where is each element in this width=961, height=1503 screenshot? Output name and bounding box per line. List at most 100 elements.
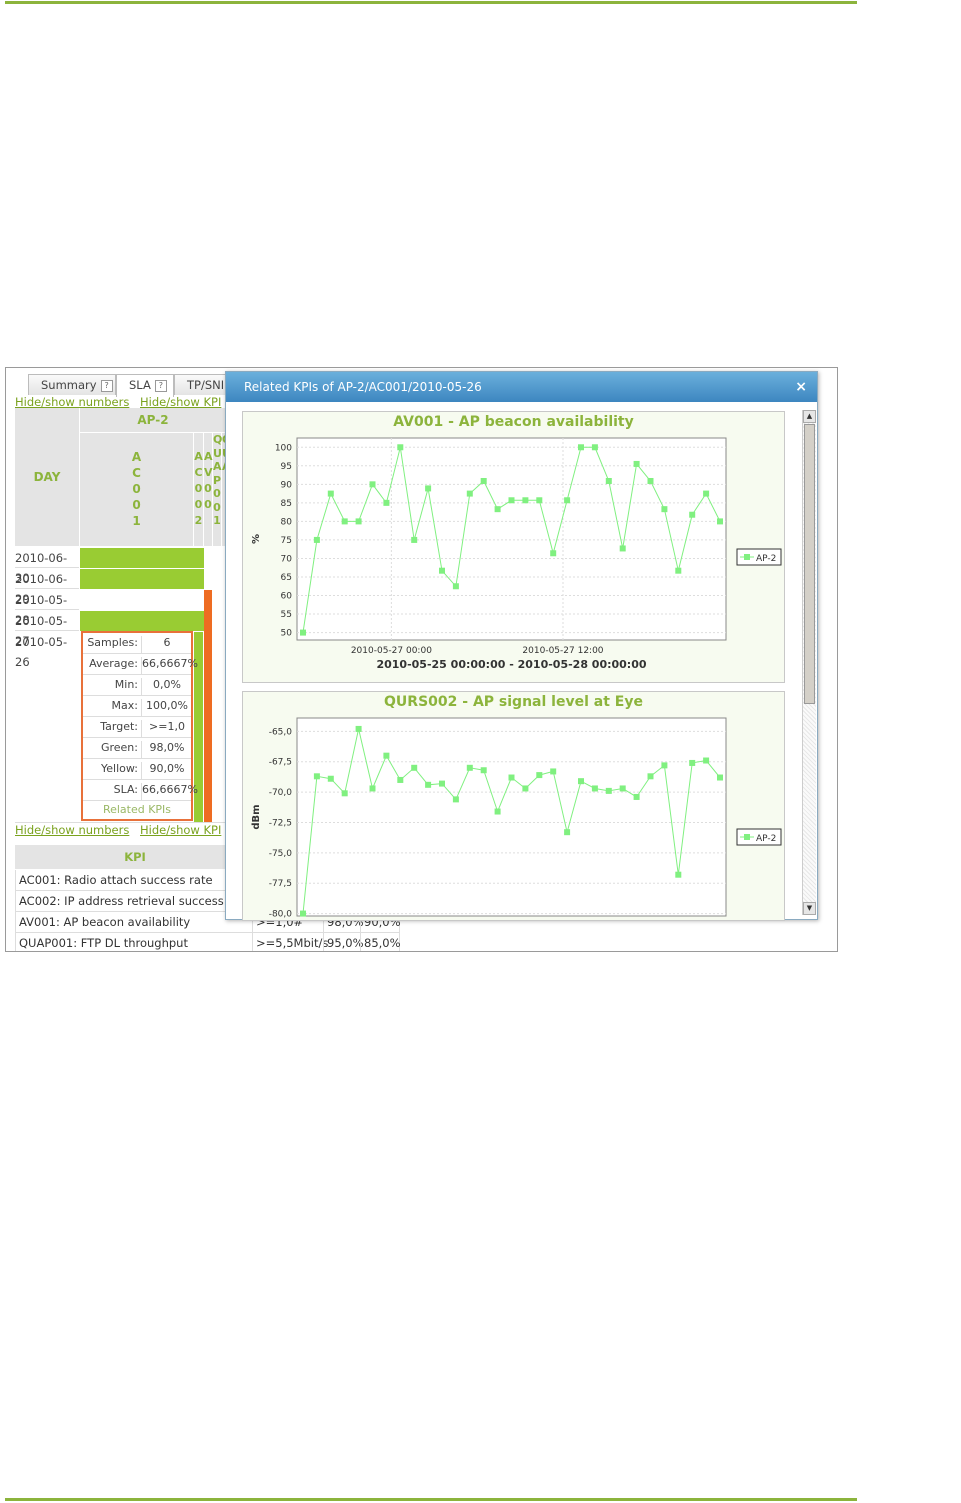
data-point (550, 550, 557, 557)
help-icon[interactable]: ? (154, 379, 167, 392)
data-point (619, 545, 626, 552)
y-tick-label: -65,0 (269, 727, 293, 737)
data-point (536, 772, 543, 779)
letter: V (204, 466, 213, 479)
stat-value: 0,0% (141, 678, 192, 695)
related-kpis-link[interactable]: Related KPIs (83, 801, 191, 819)
sla-cell-green[interactable] (80, 569, 204, 589)
data-point (327, 490, 334, 497)
letter: 0 (213, 487, 221, 500)
data-point (717, 774, 723, 781)
y-tick-label: 55 (281, 610, 292, 620)
help-icon[interactable]: ? (100, 379, 113, 392)
chart-svg: 50 55 60 65 70 75 80 85 90 95 100 2010-05-27 00:00 2… (251, 437, 782, 671)
stat-label: Samples: (87, 636, 138, 649)
dialog-title: Related KPIs of AP-2/AC001/2010-05-26 (244, 380, 482, 394)
data-point (411, 536, 418, 543)
tab-sla[interactable]: SLA? (116, 374, 174, 397)
kpi-name: QUAP001: FTP DL throughput (19, 936, 188, 950)
data-point (494, 808, 501, 815)
tab-label: Summary (41, 378, 97, 392)
data-point (703, 490, 710, 497)
stat-row: SLA: 66,6667% (83, 780, 198, 801)
data-point (355, 725, 362, 732)
tab-summary[interactable]: Summary? (28, 374, 116, 395)
y-axis-label: dBm (251, 804, 262, 829)
bottom-rule (5, 1498, 857, 1501)
table-row[interactable]: AC001: Radio attach success rate (15, 870, 256, 891)
table-row[interactable]: QUAP001: FTP DL throughput >=5,5Mbit/s 9… (15, 933, 401, 951)
scroll-thumb[interactable] (804, 424, 815, 704)
stat-row: Average: 66,6667% (83, 654, 198, 675)
chart-qurs002: QURS002 - AP signal level at Eye -65,0 -6… (242, 691, 785, 921)
scroll-up-icon[interactable]: ▲ (803, 410, 816, 423)
data-point (341, 790, 348, 797)
x-tick-label: 2010-05-27 00:00 (351, 646, 432, 656)
col-av001-header[interactable]: A V 0 0 (204, 433, 213, 546)
hide-show-kpi-link[interactable]: Hide/show KPI (140, 395, 221, 409)
day-label: 2010-06-29 (15, 569, 79, 606)
data-point (605, 477, 612, 484)
close-icon[interactable]: × (795, 372, 807, 402)
sla-cell-orange[interactable] (204, 590, 212, 822)
stat-label: Yellow: (101, 762, 138, 775)
data-point (689, 511, 696, 518)
letter: P (213, 473, 222, 487)
col-quap001-header[interactable]: Q U A P 0 0 1 (213, 433, 223, 546)
x-axis-label: 2010-05-25 00:00:00 - 2010-05-28 00:00:0… (376, 658, 646, 671)
col-ac002-header[interactable]: A C 0 0 2 (194, 433, 203, 546)
data-point (397, 444, 404, 451)
y-tick-label: -70,0 (269, 788, 293, 798)
x-tick-label: 2010-05-27 12:00 (522, 646, 603, 656)
data-point (300, 629, 306, 636)
dialog-titlebar[interactable]: Related KPIs of AP-2/AC001/2010-05-26 × (226, 372, 817, 402)
data-point (397, 776, 404, 783)
hide-show-kpi-link-bottom[interactable]: Hide/show KPI (140, 823, 221, 837)
data-point (522, 785, 529, 792)
stat-label: Green: (100, 741, 138, 754)
sla-cell-green[interactable] (80, 611, 204, 631)
data-point (550, 768, 557, 775)
y-tick-label: 95 (281, 462, 292, 472)
table-row[interactable]: AC002: IP address retrieval success r (15, 891, 256, 912)
sla-cell-green[interactable] (80, 548, 204, 568)
day-label: 2010-05-27 (15, 611, 79, 648)
y-tick-label: 70 (281, 554, 293, 564)
y-tick-label: 50 (281, 629, 293, 639)
hide-show-numbers-link[interactable]: Hide/show numbers (15, 395, 129, 409)
y-tick-label: 65 (281, 573, 292, 583)
data-point (661, 506, 668, 513)
letter: Q (213, 433, 223, 446)
letter: U (213, 446, 222, 460)
data-point (647, 773, 654, 780)
dialog-scrollbar[interactable]: ▲ ▼ (802, 410, 816, 915)
y-tick-label: 60 (281, 592, 293, 602)
letter: 0 (204, 482, 212, 495)
stat-row: Max: 100,0% (83, 696, 191, 717)
data-point (689, 759, 696, 766)
scroll-down-icon[interactable]: ▼ (803, 902, 816, 915)
hide-show-numbers-link-bottom[interactable]: Hide/show numbers (15, 823, 129, 837)
data-point (675, 567, 682, 574)
data-point (675, 871, 682, 878)
data-point (480, 767, 487, 774)
kpi-yellow: 85,0% (360, 933, 401, 951)
plot-area (296, 437, 727, 641)
kpi-target: >=5,5Mbit/s (252, 933, 328, 951)
stat-value: 66,6667% (141, 783, 198, 800)
day-label: 2010-06-30 (15, 548, 79, 585)
data-point (341, 518, 348, 525)
stat-value: 98,0% (141, 741, 192, 758)
col-ac001-header[interactable]: A C 0 0 1 (80, 433, 193, 546)
data-point (522, 497, 529, 504)
kpi-name: AV001: AP beacon availability (19, 915, 191, 929)
letter: A (194, 450, 203, 463)
stat-row: Yellow: 90,0% (83, 759, 191, 780)
stat-label: Target: (100, 720, 138, 733)
stat-value: 100,0% (141, 699, 192, 716)
legend-swatch (744, 834, 750, 840)
data-point (369, 481, 376, 488)
data-point (633, 460, 640, 467)
legend-label: AP-2 (756, 834, 776, 844)
data-point (564, 829, 571, 836)
